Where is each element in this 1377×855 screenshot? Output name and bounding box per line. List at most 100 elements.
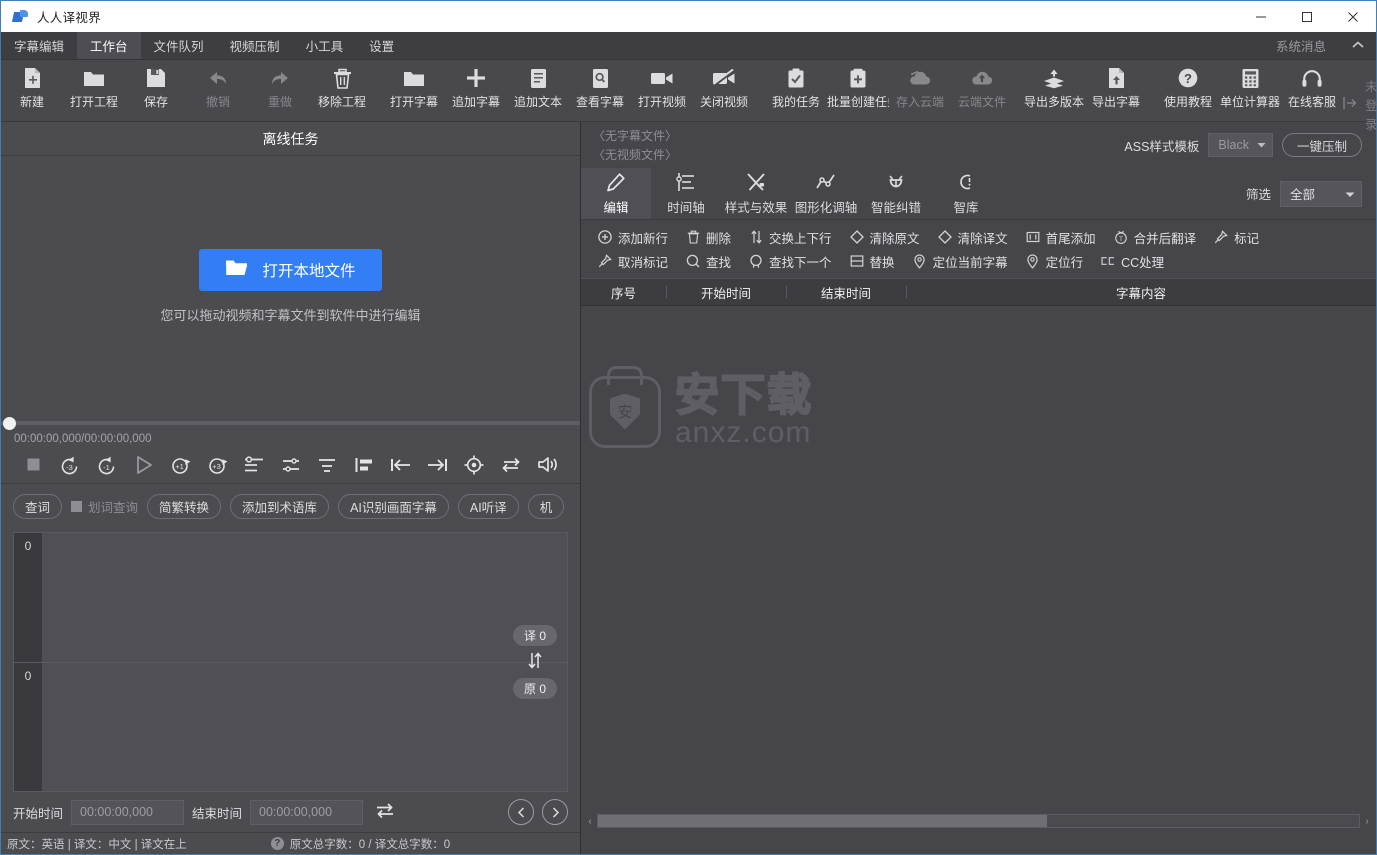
ribbon-tutorial-button[interactable]: ? 使用教程: [1157, 60, 1219, 120]
checkbox-box[interactable]: [71, 500, 83, 512]
ribbon-calculator-button[interactable]: 单位计算器: [1219, 60, 1281, 120]
tab-style-effects[interactable]: 样式与效果: [721, 168, 791, 219]
set-end-time-button[interactable]: [309, 450, 346, 480]
question-mark-icon[interactable]: ?: [270, 837, 284, 850]
original-textarea[interactable]: [42, 662, 567, 791]
ribbon-batch-create-task-button[interactable]: 批量创建任务: [827, 60, 889, 120]
cmd-swap-lines[interactable]: 交换上下行: [740, 226, 841, 248]
subtitle-table-body[interactable]: 安 安下载 anxz.com: [581, 306, 1376, 810]
tab-knowledge-base[interactable]: 智库: [931, 168, 1001, 219]
forward-3-button[interactable]: +3: [199, 450, 236, 480]
start-time-input[interactable]: [71, 799, 185, 825]
back-3-button[interactable]: -3: [52, 450, 89, 480]
ribbon-append-subtitle-button[interactable]: 追加字幕: [445, 60, 507, 120]
cmd-locate-line[interactable]: 定位行: [1017, 250, 1093, 272]
ribbon-support-button[interactable]: 在线客服: [1281, 60, 1343, 120]
open-local-file-button[interactable]: 打开本地文件: [199, 248, 382, 291]
chip-add-to-glossary[interactable]: 添加到术语库: [230, 493, 330, 519]
ribbon-export-subtitle-button[interactable]: 导出字幕: [1085, 60, 1147, 120]
scrollbar-thumb[interactable]: [598, 815, 1047, 827]
minimize-button[interactable]: [1238, 1, 1284, 32]
locate-button[interactable]: [456, 450, 493, 480]
column-header-content[interactable]: 字幕内容: [906, 279, 1376, 305]
play-button[interactable]: [125, 450, 162, 480]
chip-simplified-traditional[interactable]: 简繁转换: [147, 493, 222, 519]
next-subtitle-button[interactable]: [542, 799, 568, 825]
scroll-right-icon[interactable]: ›: [1360, 816, 1374, 827]
swap-horizontal-icon[interactable]: [371, 802, 399, 822]
prev-subtitle-button[interactable]: [508, 799, 534, 825]
set-mid-time-button[interactable]: [272, 450, 309, 480]
cmd-replace[interactable]: 替换: [841, 250, 904, 272]
ribbon-open-video-button[interactable]: 打开视频: [631, 60, 693, 120]
loop-button[interactable]: [493, 450, 530, 480]
swap-vertical-icon[interactable]: [526, 652, 544, 672]
ass-template-select[interactable]: Black: [1208, 133, 1273, 157]
cmd-locate-current-subtitle[interactable]: 定位当前字幕: [904, 250, 1017, 272]
cmd-merge-translate[interactable]: T 合并后翻译: [1105, 226, 1206, 248]
chevron-up-icon[interactable]: [1352, 40, 1364, 52]
seek-knob[interactable]: [3, 417, 16, 430]
ribbon-view-subtitle-button[interactable]: 查看字幕: [569, 60, 631, 120]
ribbon-open-project-button[interactable]: 打开工程: [63, 60, 125, 120]
ribbon-redo-button[interactable]: 重做: [249, 60, 311, 120]
maximize-button[interactable]: [1284, 1, 1330, 32]
cmd-add-head-tail[interactable]: 首尾添加: [1017, 226, 1105, 248]
cmd-find[interactable]: 查找: [677, 250, 740, 272]
set-both-time-button[interactable]: [235, 450, 272, 480]
close-button[interactable]: [1330, 1, 1376, 32]
ribbon-close-video-button[interactable]: 关闭视频: [693, 60, 755, 120]
ribbon-save-cloud-button[interactable]: 存入云端: [889, 60, 951, 120]
stop-button[interactable]: [15, 450, 52, 480]
system-message-area[interactable]: 系统消息: [1266, 32, 1376, 59]
align-left-button[interactable]: [346, 450, 383, 480]
tab-graphical-timing[interactable]: 图形化调轴: [791, 168, 861, 219]
scroll-left-icon[interactable]: ‹: [583, 816, 597, 827]
seek-track[interactable]: [1, 421, 580, 425]
highlight-lookup-checkbox[interactable]: 划词查询: [71, 497, 138, 516]
ribbon-new-button[interactable]: 新建: [1, 60, 63, 120]
cmd-find-next[interactable]: 查找下一个: [740, 250, 841, 272]
cmd-add-new-line[interactable]: 添加新行: [589, 226, 677, 248]
ribbon-save-button[interactable]: 保存: [125, 60, 187, 120]
account-area[interactable]: 未登录: [1343, 76, 1377, 133]
goto-end-button[interactable]: [419, 450, 456, 480]
forward-1-button[interactable]: +1: [162, 450, 199, 480]
translation-textarea[interactable]: [42, 533, 567, 662]
menu-item-file-queue[interactable]: 文件队列: [141, 32, 217, 59]
chip-ai-transcribe[interactable]: AI听译: [457, 493, 519, 519]
cmd-unmark[interactable]: 取消标记: [589, 250, 677, 272]
chip-lookup-word[interactable]: 查词: [13, 493, 63, 519]
tab-smart-correction[interactable]: 智能纠错: [861, 168, 931, 219]
one-key-compress-button[interactable]: 一键压制: [1281, 133, 1362, 157]
cmd-cc-process[interactable]: CC处理: [1092, 250, 1173, 272]
ribbon-open-subtitle-button[interactable]: 打开字幕: [383, 60, 445, 120]
volume-button[interactable]: [529, 450, 566, 480]
menu-item-workbench[interactable]: 工作台: [77, 32, 141, 59]
horizontal-scrollbar[interactable]: ‹ ›: [581, 810, 1376, 832]
scrollbar-track[interactable]: [597, 814, 1360, 828]
ribbon-append-text-button[interactable]: 追加文本: [507, 60, 569, 120]
menu-item-subtitle-edit[interactable]: 字幕编辑: [1, 32, 77, 59]
menu-item-settings[interactable]: 设置: [356, 32, 407, 59]
column-header-start-time[interactable]: 开始时间: [666, 279, 786, 305]
ribbon-my-tasks-button[interactable]: 我的任务: [765, 60, 827, 120]
filter-select[interactable]: 全部: [1280, 180, 1362, 207]
menu-item-video-compress[interactable]: 视频压制: [217, 32, 293, 59]
cmd-clear-original[interactable]: 清除原文: [841, 226, 929, 248]
cmd-mark[interactable]: 标记: [1205, 226, 1268, 248]
end-time-input[interactable]: [250, 799, 364, 825]
seek-bar[interactable]: [1, 416, 580, 430]
ribbon-remove-project-button[interactable]: 移除工程: [311, 60, 373, 120]
chip-machine-translate[interactable]: 机: [527, 493, 565, 519]
cmd-clear-translation[interactable]: 清除译文: [929, 226, 1017, 248]
tab-timeline[interactable]: 时间轴: [651, 168, 721, 219]
ribbon-undo-button[interactable]: 撤销: [187, 60, 249, 120]
ribbon-export-multi-button[interactable]: 导出多版本: [1023, 60, 1085, 120]
tab-edit[interactable]: 编辑: [581, 168, 651, 219]
menu-item-tools[interactable]: 小工具: [293, 32, 357, 59]
column-header-end-time[interactable]: 结束时间: [786, 279, 906, 305]
back-1-button[interactable]: -1: [88, 450, 125, 480]
column-header-index[interactable]: 序号: [581, 279, 666, 305]
chip-ai-ocr-subtitle[interactable]: AI识别画面字幕: [338, 493, 449, 519]
